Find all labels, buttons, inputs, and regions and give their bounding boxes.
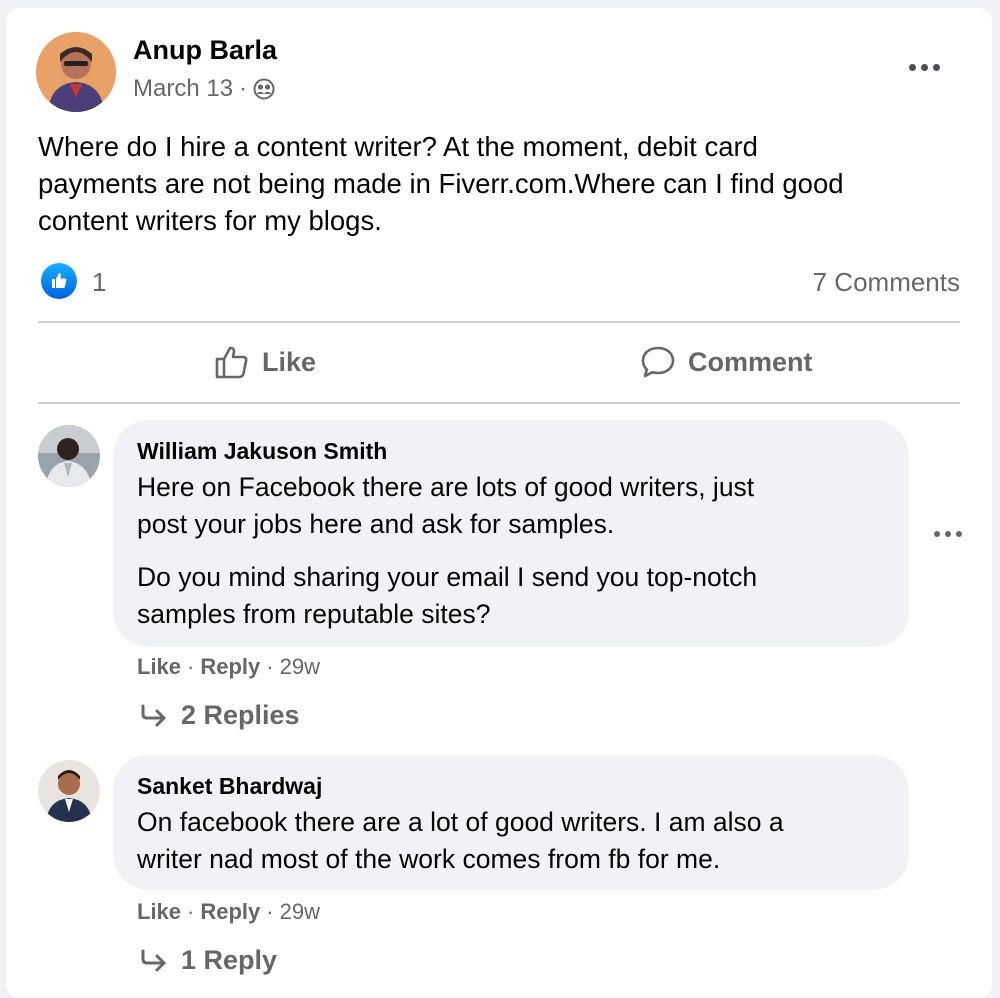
- commenter-name[interactable]: Sanket Bhardwaj: [137, 773, 322, 800]
- comment-text-line: samples from reputable sites?: [137, 599, 491, 629]
- comment-like-link[interactable]: Like: [137, 654, 181, 680]
- post-text-line: Where do I hire a content writer? At the…: [38, 131, 758, 162]
- comment-text: On facebook there are a lot of good writ…: [137, 804, 784, 878]
- view-replies-button[interactable]: 2 Replies: [139, 700, 300, 731]
- comment-text-line: On facebook there are a lot of good writ…: [137, 807, 784, 837]
- author-name[interactable]: Anup Barla: [133, 35, 277, 66]
- comment-more-options-icon[interactable]: [934, 531, 962, 537]
- commenter-avatar[interactable]: [38, 760, 100, 822]
- divider: [38, 321, 960, 323]
- post-text-line: content writers for my blogs.: [38, 205, 382, 236]
- comment-text-line: Here on Facebook there are lots of good …: [137, 472, 755, 502]
- dot-separator: ·: [187, 899, 195, 924]
- post-card: Anup Barla March 13 · Where do I hire a …: [6, 8, 992, 998]
- comment-button[interactable]: Comment: [640, 344, 813, 380]
- comment-reply-link[interactable]: Reply: [200, 654, 260, 680]
- post-date[interactable]: March 13: [133, 75, 233, 103]
- author-avatar[interactable]: [36, 32, 116, 112]
- comment-text-line: Do you mind sharing your email I send yo…: [137, 562, 758, 592]
- thumbs-up-icon: [214, 344, 250, 380]
- comment-time[interactable]: 29w: [280, 654, 320, 680]
- like-button-label: Like: [262, 346, 317, 377]
- comment-text-line: writer nad most of the work comes from f…: [137, 844, 721, 874]
- reply-arrow-icon: [139, 948, 169, 974]
- dot-separator: ·: [266, 899, 274, 924]
- view-replies-button[interactable]: 1 Reply: [139, 945, 277, 976]
- post-meta: March 13 ·: [133, 75, 275, 103]
- comment-reply-link[interactable]: Reply: [200, 899, 260, 925]
- comment-time[interactable]: 29w: [280, 899, 320, 925]
- commenter-avatar[interactable]: [38, 425, 100, 487]
- like-reaction-icon[interactable]: [41, 263, 77, 299]
- friends-icon[interactable]: [253, 78, 275, 100]
- divider: [38, 402, 960, 404]
- comment-button-label: Comment: [688, 346, 813, 377]
- comment-bubble-icon: [640, 344, 676, 380]
- post-more-options-icon[interactable]: [909, 64, 940, 71]
- commenter-name[interactable]: William Jakuson Smith: [137, 438, 387, 465]
- comment-actions: Like · Reply · 29w: [137, 654, 320, 680]
- comment-text: Here on Facebook there are lots of good …: [137, 469, 754, 543]
- comment-text-line: post your jobs here and ask for samples.: [137, 509, 615, 539]
- dot-separator: ·: [187, 654, 195, 679]
- replies-label: 1 Reply: [181, 945, 278, 975]
- reaction-count[interactable]: 1: [92, 267, 106, 298]
- post-text-line: payments are not being made in Fiverr.co…: [38, 168, 844, 199]
- comment-text: Do you mind sharing your email I send yo…: [137, 559, 757, 633]
- reply-arrow-icon: [139, 703, 169, 729]
- comment-like-link[interactable]: Like: [137, 899, 181, 925]
- comments-count[interactable]: 7 Comments: [813, 267, 960, 298]
- post-text: Where do I hire a content writer? At the…: [38, 128, 844, 239]
- dot-separator: ·: [266, 654, 274, 679]
- like-button[interactable]: Like: [214, 344, 316, 380]
- comment-actions: Like · Reply · 29w: [137, 899, 320, 925]
- replies-label: 2 Replies: [181, 700, 300, 730]
- meta-separator: ·: [239, 75, 248, 102]
